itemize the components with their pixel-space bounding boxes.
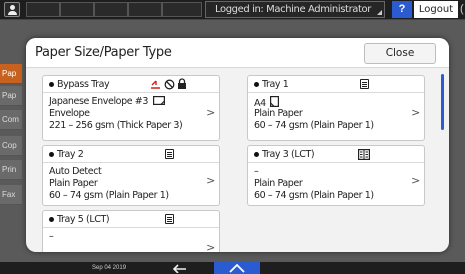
paper-weight: 60 – 74 gsm (Plain Paper 1) [49, 190, 169, 201]
paper-tray-icon [165, 214, 174, 224]
chevron-right-icon: > [206, 241, 215, 253]
dialog-header: Paper Size/Paper Type Close [26, 38, 449, 68]
paper-weight: 60 – 74 gsm (Plain Paper 1) [254, 190, 374, 201]
help-button[interactable]: ? [392, 1, 412, 18]
paper-type: Plain Paper [254, 178, 303, 189]
top-status-bar: Logged in: Machine Administrator ? Logou… [0, 0, 465, 20]
tray-name: Tray 2 [57, 149, 84, 160]
bg-tab: Com [0, 110, 22, 130]
dialog-title: Paper Size/Paper Type [35, 45, 172, 60]
landscape-orientation-icon [152, 96, 165, 106]
paper-weight: 60 – 74 gsm (Plain Paper 1) [254, 120, 374, 131]
bg-tab: Fax [0, 185, 22, 205]
tray-card-tray-2[interactable]: Tray 2 Auto Detect Plain Paper 60 – 74 g… [42, 145, 220, 206]
paper-size: Auto Detect [49, 166, 102, 177]
status-slot [60, 2, 94, 17]
prohibited-icon [164, 79, 175, 90]
tray-name: Bypass Tray [57, 79, 110, 90]
paper-size: – [254, 166, 259, 177]
status-slot [26, 2, 60, 17]
chevron-right-icon: > [206, 106, 215, 119]
paper-size: – [49, 231, 54, 242]
chevron-right-icon: > [411, 106, 420, 119]
bg-tab: Pap [0, 86, 22, 106]
bg-tab: Prin [0, 160, 22, 180]
paper-tray-icon [360, 79, 369, 89]
tray-name: Tray 3 (LCT) [262, 149, 315, 160]
scrollbar[interactable] [441, 74, 444, 130]
user-icon[interactable] [4, 2, 20, 17]
close-button[interactable]: Close [364, 43, 436, 64]
tray-card-bypass[interactable]: Bypass Tray Japanese Envelope #3 Envelop… [42, 75, 220, 141]
chevron-right-icon: > [411, 174, 420, 187]
status-slot [162, 2, 202, 17]
tray-card-tray-5[interactable]: Tray 5 (LCT) – > [42, 210, 220, 252]
tray-name: Tray 5 (LCT) [57, 214, 110, 225]
chevron-right-icon: > [206, 174, 215, 187]
home-icon [229, 263, 245, 273]
paper-size: Japanese Envelope #3 [49, 96, 148, 107]
paper-type: Envelope [49, 108, 90, 119]
paper-type: Plain Paper [254, 108, 303, 119]
lct-tray-icon [358, 149, 370, 160]
logout-button[interactable]: Logout [414, 1, 458, 18]
bg-tab: Cop [0, 136, 22, 156]
status-slot [94, 2, 128, 17]
lock-icon [178, 78, 186, 89]
status-slot [128, 2, 162, 17]
tray-name: Tray 1 [262, 79, 289, 90]
paper-size-type-dialog: Paper Size/Paper Type Close Bypass Tray … [26, 38, 449, 252]
login-status[interactable]: Logged in: Machine Administrator [205, 1, 385, 18]
overflow-indicator: ( [460, 3, 464, 15]
tray-card-tray-1[interactable]: Tray 1 A4 Plain Paper 60 – 74 gsm (Plain… [247, 75, 425, 141]
tray-card-tray-3[interactable]: Tray 3 (LCT) – Plain Paper 60 – 74 gsm (… [247, 145, 425, 206]
bypass-tray-icon [151, 80, 160, 89]
home-button[interactable] [214, 262, 260, 274]
bg-tab: Pap [0, 64, 22, 84]
bottom-bar: Sep 04 2019 [0, 262, 465, 274]
paper-tray-icon [165, 149, 174, 159]
paper-weight: 221 – 256 gsm (Thick Paper 3) [49, 120, 183, 131]
date-display: Sep 04 2019 [92, 265, 127, 271]
paper-type: Plain Paper [49, 178, 98, 189]
portrait-orientation-icon [270, 96, 280, 108]
back-icon[interactable] [172, 263, 188, 273]
